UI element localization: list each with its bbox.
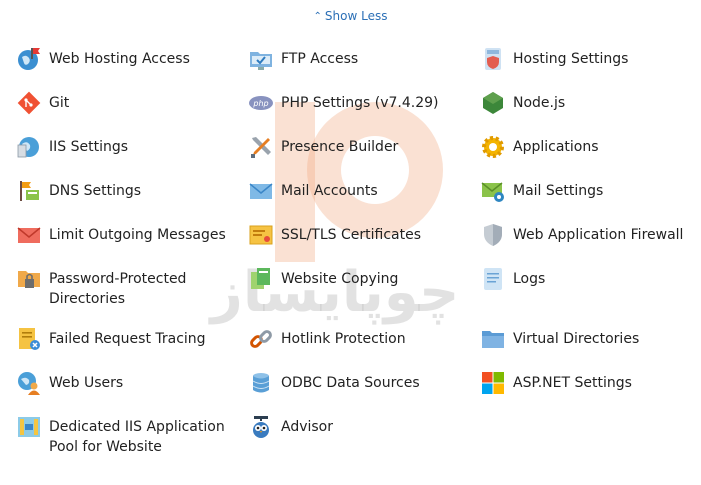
item-label: Presence Builder (281, 139, 399, 155)
item-limit-outgoing-messages[interactable]: Limit Outgoing Messages (17, 223, 226, 247)
hosting-settings-icon (481, 47, 505, 71)
item-label: PHP Settings (v7.4.29) (281, 95, 439, 111)
svg-text:php: php (252, 99, 268, 108)
item-label: Applications (513, 139, 599, 155)
settings-grid: Web Hosting Access FTP Access Hosting Se… (0, 0, 701, 485)
owl-icon (249, 415, 273, 439)
git-icon (17, 91, 41, 115)
item-label: Hotlink Protection (281, 331, 406, 347)
tools-icon (249, 135, 273, 159)
item-hotlink-protection[interactable]: Hotlink Protection (249, 327, 406, 351)
item-git[interactable]: Git (17, 91, 69, 115)
item-label: DNS Settings (49, 183, 142, 199)
nodejs-icon (481, 91, 505, 115)
link-icon (249, 327, 273, 351)
copy-icon (249, 267, 273, 291)
globe-flag-icon (17, 47, 41, 71)
item-label: Logs (513, 271, 546, 287)
trace-icon (17, 327, 41, 351)
certificate-icon (249, 223, 273, 247)
item-label: Limit Outgoing Messages (49, 227, 226, 243)
shield-icon (481, 223, 505, 247)
locked-folder-icon (17, 267, 41, 291)
item-failed-request-tracing[interactable]: Failed Request Tracing (17, 327, 206, 351)
iis-icon (17, 135, 41, 159)
item-dedicated-iis-application-pool[interactable]: Dedicated IIS Application Pool for Websi… (17, 415, 249, 457)
gear-icon (481, 135, 505, 159)
folder-icon (481, 327, 505, 351)
item-label: Mail Accounts (281, 183, 378, 199)
aspnet-icon (481, 371, 505, 395)
item-hosting-settings[interactable]: Hosting Settings (481, 47, 628, 71)
item-label: ASP.NET Settings (513, 375, 632, 391)
item-label: Web Application Firewall (513, 227, 684, 243)
item-odbc-data-sources[interactable]: ODBC Data Sources (249, 371, 420, 395)
item-web-hosting-access[interactable]: Web Hosting Access (17, 47, 190, 71)
item-logs[interactable]: Logs (481, 267, 545, 291)
limit-mail-icon (17, 223, 41, 247)
item-label: Website Copying (281, 271, 399, 287)
item-ssl-tls-certificates[interactable]: SSL/TLS Certificates (249, 223, 421, 247)
item-label: IIS Settings (49, 139, 129, 155)
item-password-protected-directories[interactable]: Password-Protected Directories (17, 267, 249, 309)
item-nodejs[interactable]: Node.js (481, 91, 565, 115)
item-label: Web Users (49, 375, 124, 391)
item-advisor[interactable]: Advisor (249, 415, 333, 439)
php-icon: php (249, 91, 273, 115)
item-label: ODBC Data Sources (281, 375, 420, 391)
item-label: Failed Request Tracing (49, 331, 206, 347)
item-label: Password-Protected Directories (49, 271, 187, 307)
item-presence-builder[interactable]: Presence Builder (249, 135, 398, 159)
item-dns-settings[interactable]: DNS Settings (17, 179, 141, 203)
envelope-icon (249, 179, 273, 203)
app-pool-icon (17, 415, 41, 439)
item-label: Virtual Directories (513, 331, 640, 347)
item-label: SSL/TLS Certificates (281, 227, 421, 243)
item-applications[interactable]: Applications (481, 135, 599, 159)
item-label: Git (49, 95, 70, 111)
item-php-settings[interactable]: php PHP Settings (v7.4.29) (249, 91, 438, 115)
item-label: Node.js (513, 95, 566, 111)
item-web-users[interactable]: Web Users (17, 371, 123, 395)
database-icon (249, 371, 273, 395)
log-icon (481, 267, 505, 291)
item-label: Dedicated IIS Application Pool for Websi… (49, 419, 225, 455)
item-label: FTP Access (281, 51, 359, 67)
item-virtual-directories[interactable]: Virtual Directories (481, 327, 639, 351)
item-aspnet-settings[interactable]: ASP.NET Settings (481, 371, 632, 395)
item-label: Web Hosting Access (49, 51, 190, 67)
item-web-application-firewall[interactable]: Web Application Firewall (481, 223, 683, 247)
item-label: Hosting Settings (513, 51, 629, 67)
web-users-icon (17, 371, 41, 395)
item-label: Advisor (281, 419, 334, 435)
item-website-copying[interactable]: Website Copying (249, 267, 398, 291)
dns-icon (17, 179, 41, 203)
item-label: Mail Settings (513, 183, 604, 199)
item-mail-accounts[interactable]: Mail Accounts (249, 179, 378, 203)
item-iis-settings[interactable]: IIS Settings (17, 135, 128, 159)
ftp-folder-icon (249, 47, 273, 71)
item-mail-settings[interactable]: Mail Settings (481, 179, 603, 203)
item-ftp-access[interactable]: FTP Access (249, 47, 358, 71)
mail-settings-icon (481, 179, 505, 203)
